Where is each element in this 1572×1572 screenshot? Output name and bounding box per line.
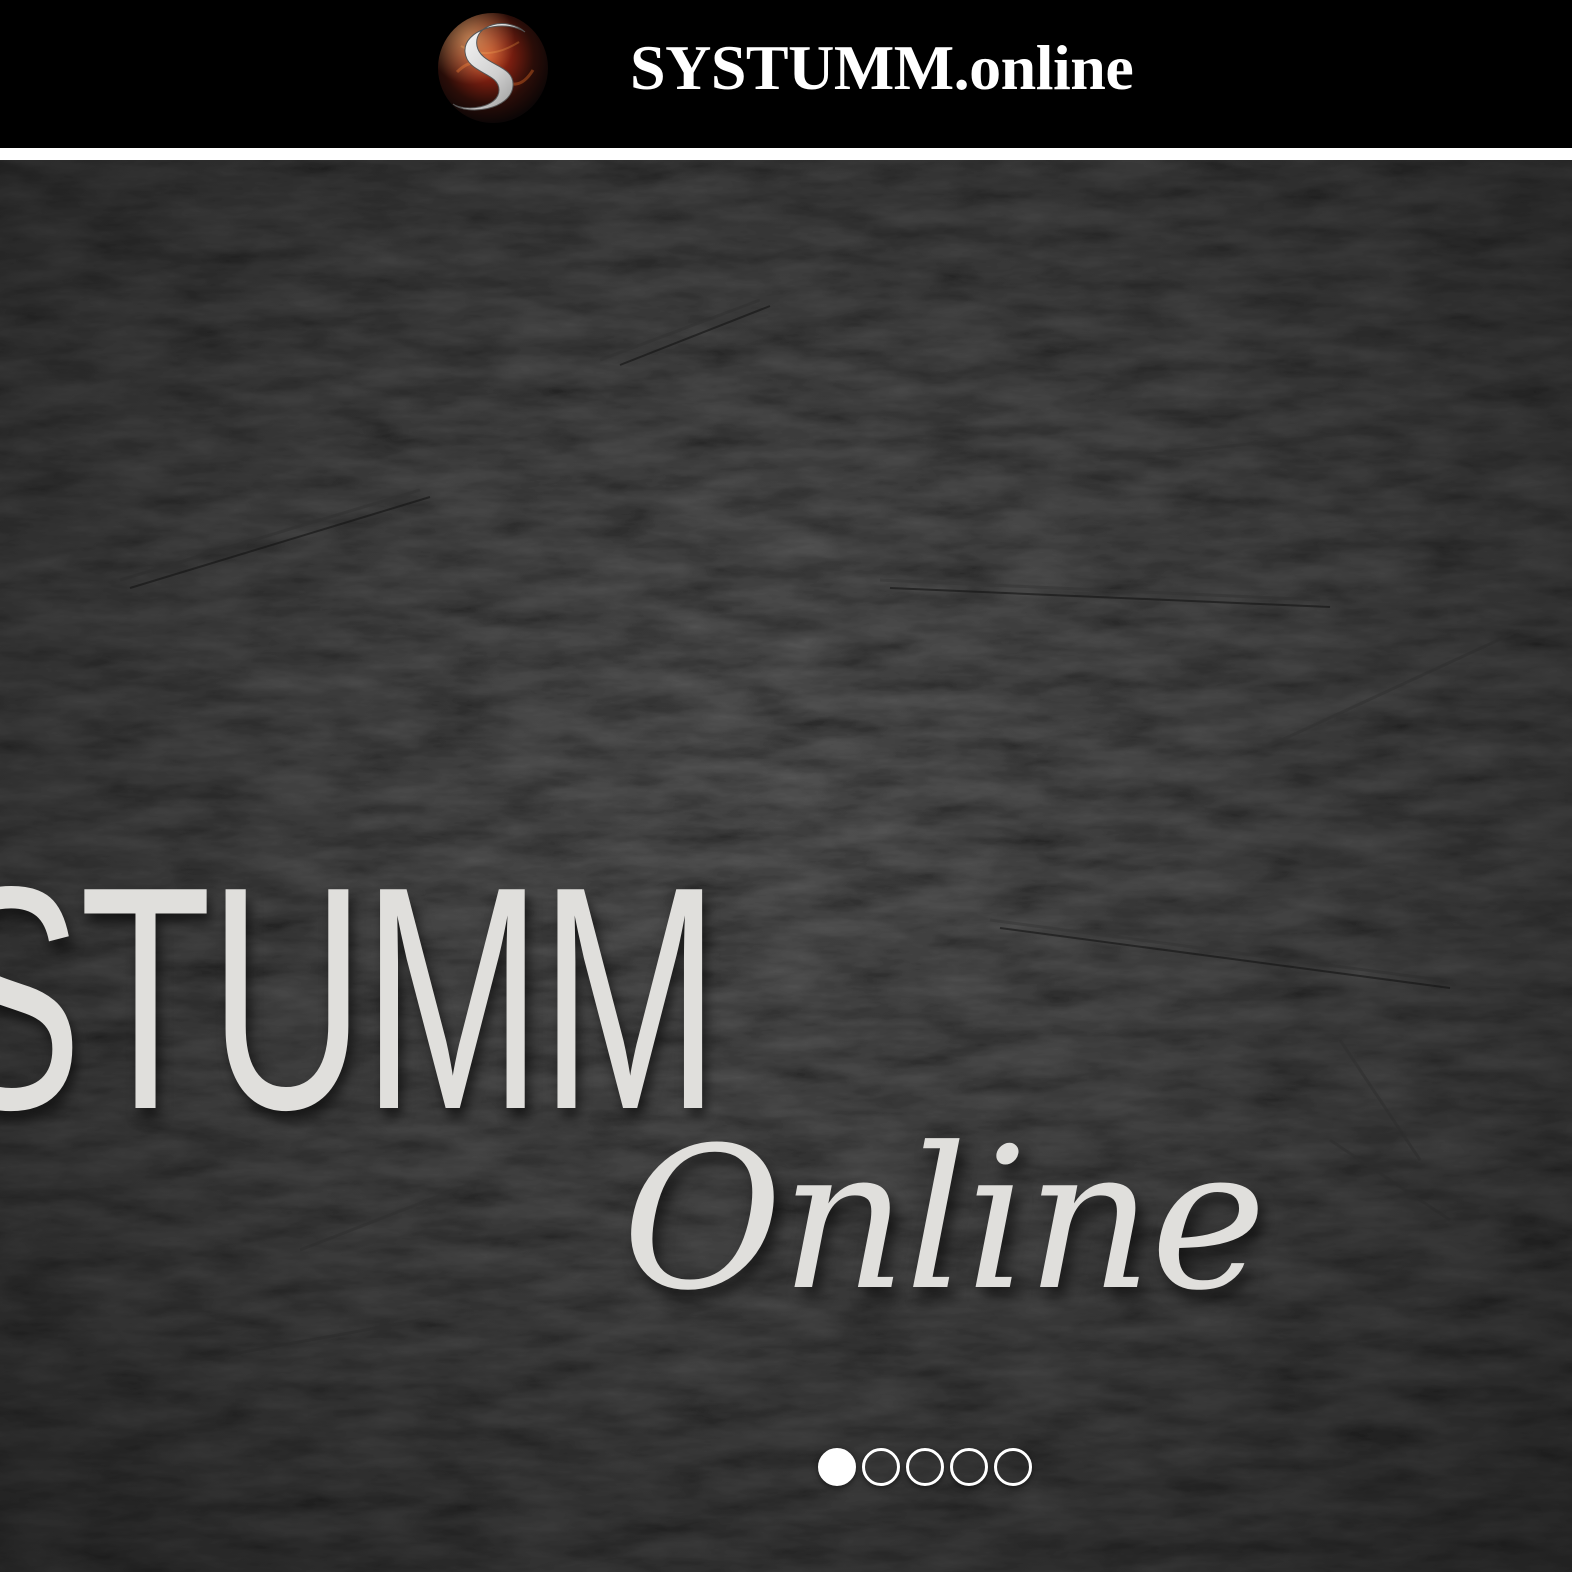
slider-dot[interactable] [906, 1448, 944, 1486]
slide-script-text: Online [622, 1106, 1267, 1334]
slider-dot[interactable] [994, 1448, 1032, 1486]
page: SYSTUMM.online STUMM Online [0, 0, 1572, 1572]
header-divider [0, 148, 1572, 160]
slider-dot[interactable] [862, 1448, 900, 1486]
slider-pagination [818, 1448, 1032, 1494]
slider-dot[interactable] [818, 1448, 856, 1486]
site-header: SYSTUMM.online [0, 0, 1572, 148]
site-title[interactable]: SYSTUMM.online [630, 28, 1134, 108]
s-monogram-logo-icon[interactable] [437, 12, 549, 124]
hero-slider[interactable]: STUMM Online [0, 160, 1572, 1572]
slider-dot[interactable] [950, 1448, 988, 1486]
slide-wordmark: STUMM [0, 821, 720, 1176]
